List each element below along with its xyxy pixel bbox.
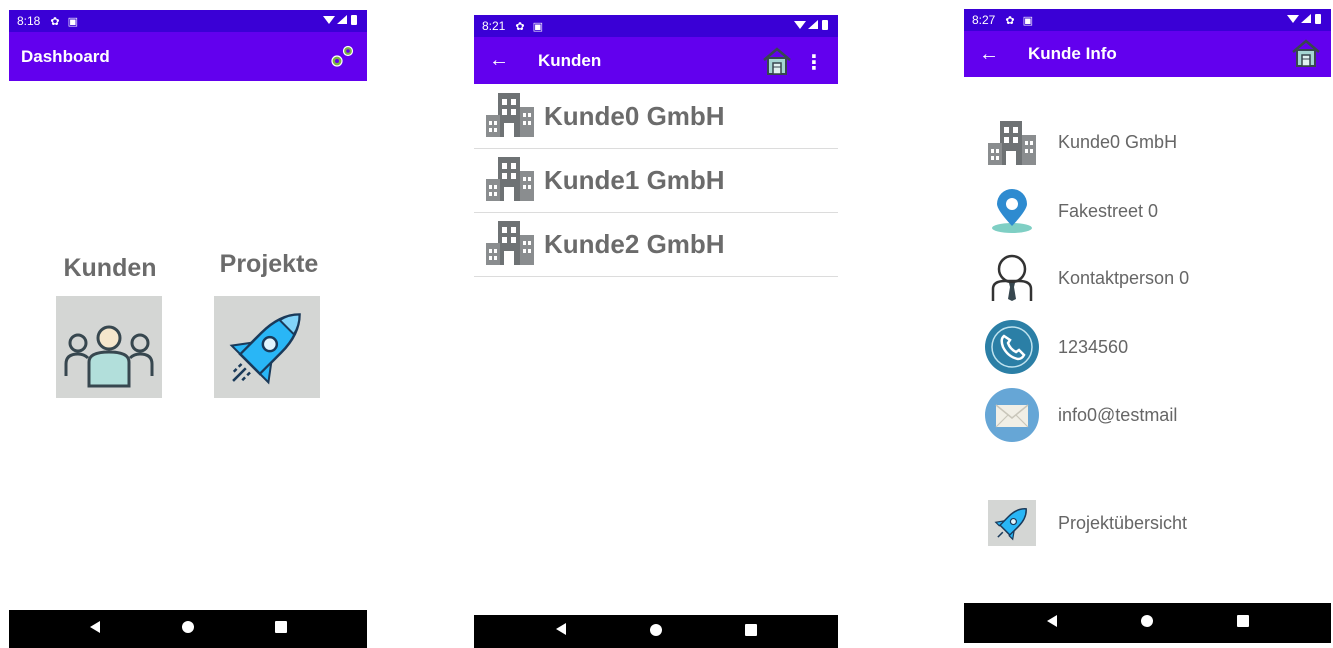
project-overview-row[interactable]: Projektübersicht (964, 493, 1331, 553)
status-time: 8:27 (972, 13, 996, 27)
tile-projekte[interactable]: Projekte (209, 250, 329, 279)
app-bar: ← Kunden ⋮ (474, 37, 838, 84)
customer-name: Kunde0 GmbH (544, 101, 725, 131)
system-nav-bar (964, 603, 1331, 643)
system-status-icons (323, 14, 359, 26)
kunde-info-screen: 8:27 ✿ ▣ ← Kunde Info Kunde0 GmbH Fakest… (964, 9, 1331, 648)
kunden-screen: 8:21 ✿ ▣ ← Kunden ⋮ Kunde0 GmbH Kunde1 G… (474, 15, 838, 648)
settings-status-icon: ✿ (50, 15, 60, 28)
building-icon (982, 112, 1042, 172)
system-nav-bar (474, 615, 838, 648)
recents-nav-icon[interactable] (274, 620, 287, 638)
mail-icon[interactable] (982, 385, 1042, 445)
contact-row: Kontaktperson 0 (964, 248, 1331, 308)
notification-status-icon: ▣ (67, 15, 78, 28)
status-time: 8:18 (17, 14, 41, 28)
tile-kunden[interactable]: Kunden (55, 254, 165, 283)
dashboard-screen: 8:18 ✿ ▣ Dashboard Kunden Projekte (9, 10, 367, 648)
home-icon[interactable] (1291, 38, 1321, 73)
company-name: Kunde0 GmbH (1058, 131, 1178, 152)
home-icon[interactable] (762, 46, 792, 81)
page-title: Dashboard (21, 46, 110, 66)
status-bar: 8:18 ✿ ▣ (9, 10, 367, 32)
street-address: Fakestreet 0 (1058, 200, 1159, 221)
customer-name: Kunde1 GmbH (544, 165, 725, 195)
list-item[interactable]: Kunde2 GmbH (474, 213, 838, 277)
overflow-menu-icon[interactable]: ⋮ (804, 50, 824, 75)
company-row: Kunde0 GmbH (964, 112, 1331, 172)
back-arrow-icon[interactable]: ← (964, 43, 1014, 66)
status-bar: 8:21 ✿ ▣ (474, 15, 838, 37)
back-nav-icon[interactable] (555, 622, 567, 641)
home-nav-icon[interactable] (649, 623, 662, 641)
rocket-icon[interactable] (982, 493, 1042, 553)
contact-person: Kontaktperson 0 (1058, 267, 1190, 288)
home-nav-icon[interactable] (181, 620, 194, 638)
email-row[interactable]: info0@testmail (964, 385, 1331, 445)
phone-number: 1234560 (1058, 336, 1129, 357)
address-row: Fakestreet 0 (964, 181, 1331, 241)
email-address: info0@testmail (1058, 404, 1178, 425)
building-icon (484, 91, 536, 142)
location-pin-icon (982, 181, 1042, 241)
tile-kunden-label: Kunden (63, 254, 157, 282)
notification-status-icon: ▣ (1022, 14, 1033, 27)
settings-status-icon: ✿ (1005, 14, 1015, 27)
back-arrow-icon[interactable]: ← (474, 49, 524, 72)
list-item[interactable]: Kunde0 GmbH (474, 85, 838, 149)
settings-status-icon: ✿ (515, 20, 525, 33)
back-nav-icon[interactable] (89, 620, 101, 639)
home-nav-icon[interactable] (1141, 614, 1154, 632)
project-overview-link: Projektübersicht (1058, 512, 1188, 533)
system-status-icons (794, 19, 830, 31)
page-title: Kunden (538, 50, 602, 70)
notification-status-icon: ▣ (532, 20, 543, 33)
customer-name: Kunde2 GmbH (544, 229, 725, 259)
recents-nav-icon[interactable] (1237, 614, 1250, 632)
people-icon[interactable] (56, 296, 162, 398)
building-icon (484, 155, 536, 206)
tile-projekte-label: Projekte (219, 250, 319, 278)
system-status-icons (1287, 13, 1323, 25)
rocket-icon[interactable] (214, 296, 320, 398)
list-item[interactable]: Kunde1 GmbH (474, 149, 838, 213)
page-title: Kunde Info (1028, 44, 1117, 63)
app-bar: ← Kunde Info (964, 31, 1331, 77)
app-bar: Dashboard (9, 32, 367, 81)
building-icon (484, 219, 536, 270)
settings-gears-icon[interactable] (329, 42, 355, 75)
phone-icon[interactable] (982, 317, 1042, 377)
recents-nav-icon[interactable] (744, 623, 757, 641)
contact-person-icon (982, 248, 1042, 308)
status-bar: 8:27 ✿ ▣ (964, 9, 1331, 31)
back-nav-icon[interactable] (1046, 614, 1058, 633)
phone-row[interactable]: 1234560 (964, 317, 1331, 377)
status-time: 8:21 (482, 19, 506, 33)
system-nav-bar (9, 610, 367, 648)
